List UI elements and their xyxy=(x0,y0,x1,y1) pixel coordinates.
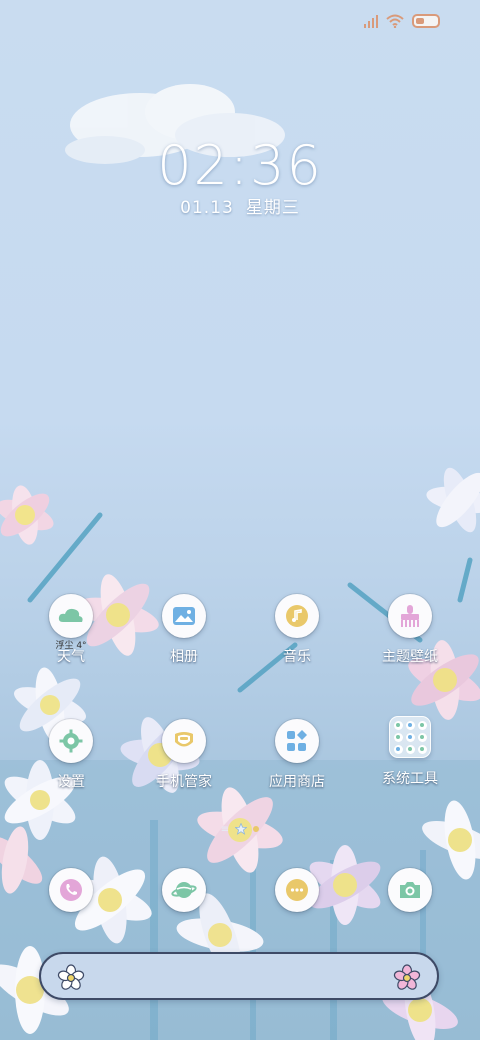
wifi-icon xyxy=(386,14,404,28)
camera-icon xyxy=(388,868,432,912)
page-indicator[interactable]: ≡ xyxy=(0,823,480,835)
home-star-icon xyxy=(235,823,248,835)
phone-icon xyxy=(49,868,93,912)
app-label: 相册 xyxy=(170,649,198,665)
clock-widget[interactable]: 02:36 01.13 星期三 xyxy=(0,134,480,218)
dock-browser[interactable] xyxy=(134,868,234,912)
app-label: 系统工具 xyxy=(382,771,438,787)
app-label: 手机管家 xyxy=(156,774,212,790)
dock-phone[interactable] xyxy=(21,868,121,912)
weekday-text: 星期三 xyxy=(245,198,300,218)
feed-page-icon: ≡ xyxy=(220,823,230,835)
app-store[interactable]: 应用商店 xyxy=(247,719,347,791)
messages-icon xyxy=(275,868,319,912)
settings-gear-icon xyxy=(49,719,93,763)
app-theme[interactable]: 主题壁纸 xyxy=(360,594,460,666)
app-settings[interactable]: 设置 xyxy=(21,719,121,791)
date-text: 01.13 xyxy=(180,198,234,218)
app-music[interactable]: 音乐 xyxy=(247,594,347,666)
weather-temp-text: 浮尘 4° xyxy=(55,641,87,651)
music-note-icon xyxy=(275,594,319,638)
app-label: 音乐 xyxy=(283,649,311,665)
page-dot xyxy=(253,826,260,832)
battery-icon xyxy=(412,14,440,28)
folder-icon xyxy=(389,716,431,758)
status-bar xyxy=(364,10,440,32)
clock-date: 01.13 星期三 xyxy=(0,193,480,218)
browser-planet-icon xyxy=(162,868,206,912)
app-label: 应用商店 xyxy=(269,774,325,790)
app-security[interactable]: 手机管家 xyxy=(134,719,234,791)
theme-brush-icon xyxy=(388,594,432,638)
security-shield-icon xyxy=(162,719,206,763)
weather-cloud-icon: 浮尘 4° xyxy=(49,594,93,651)
clock-time: 02:36 xyxy=(157,134,323,197)
app-label: 主题壁纸 xyxy=(382,649,438,665)
app-label: 设置 xyxy=(57,774,85,790)
app-gallery[interactable]: 相册 xyxy=(134,594,234,666)
flower-icon xyxy=(57,964,85,990)
dock-messages[interactable] xyxy=(247,868,347,912)
app-weather[interactable]: 浮尘 4° 天气 xyxy=(21,594,121,666)
signal-icon xyxy=(364,14,378,28)
app-folder-system-tools[interactable]: 系统工具 xyxy=(360,716,460,788)
app-store-icon xyxy=(275,719,319,763)
dock-camera[interactable] xyxy=(360,868,460,912)
flower-icon xyxy=(393,964,421,990)
search-bar[interactable] xyxy=(39,952,439,1000)
gallery-icon xyxy=(162,594,206,638)
